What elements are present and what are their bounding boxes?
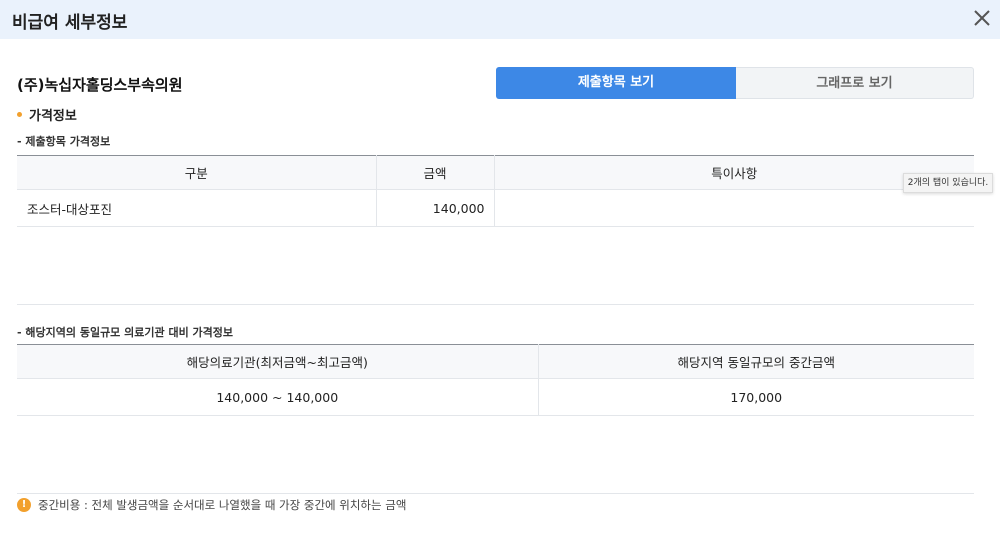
cell-amount: 140,000 bbox=[375, 189, 494, 227]
modal-header: 비급여 세부정보 bbox=[0, 0, 1000, 39]
close-icon[interactable] bbox=[970, 6, 994, 30]
column-header-note: 특이사항 bbox=[493, 155, 974, 190]
table-row: 140,000 ~ 140,000 170,000 bbox=[17, 378, 974, 416]
notice-text: 중간비용 : 전체 발생금액을 순서대로 나열했을 때 가장 중간에 위치하는 … bbox=[38, 498, 407, 512]
cell-category: 조스터-대상포진 bbox=[17, 189, 376, 227]
column-header-median: 해당지역 동일규모의 중간금액 bbox=[537, 344, 974, 379]
comparison-table: 해당의료기관(최저금액~최고금액) 해당지역 동일규모의 중간금액 140,00… bbox=[17, 344, 974, 416]
tab-submitted-items[interactable]: 제출항목 보기 bbox=[496, 67, 736, 99]
table-header-row: 해당의료기관(최저금액~최고금액) 해당지역 동일규모의 중간금액 bbox=[17, 344, 974, 379]
info-icon: ! bbox=[17, 498, 31, 512]
comparison-heading: - 해당지역의 동일규모 의료기관 대비 가격정보 bbox=[17, 326, 233, 339]
cell-median-price: 170,000 bbox=[537, 378, 974, 416]
hospital-name: (주)녹십자홀딩스부속의원 bbox=[17, 76, 183, 94]
submitted-price-table: 구분 금액 특이사항 조스터-대상포진 140,000 bbox=[17, 155, 974, 227]
submitted-price-heading: - 제출항목 가격정보 bbox=[17, 135, 111, 148]
table-row: 조스터-대상포진 140,000 bbox=[17, 189, 974, 227]
cell-note bbox=[493, 189, 974, 227]
tab-count-tooltip: 2개의 탭이 있습니다. bbox=[903, 173, 993, 193]
divider bbox=[17, 493, 974, 494]
tab-graph-view[interactable]: 그래프로 보기 bbox=[736, 67, 974, 99]
column-header-amount: 금액 bbox=[375, 155, 494, 190]
modal-title: 비급여 세부정보 bbox=[12, 13, 128, 33]
section-heading-label: 가격정보 bbox=[29, 109, 77, 124]
column-header-category: 구분 bbox=[17, 155, 376, 190]
divider bbox=[17, 304, 974, 305]
bullet-icon bbox=[17, 112, 22, 117]
table-header-row: 구분 금액 특이사항 bbox=[17, 155, 974, 190]
median-notice: ! 중간비용 : 전체 발생금액을 순서대로 나열했을 때 가장 중간에 위치하… bbox=[17, 497, 406, 513]
section-heading-price-info: 가격정보 bbox=[17, 105, 77, 124]
column-header-range: 해당의료기관(최저금액~최고금액) bbox=[17, 344, 538, 379]
cell-price-range: 140,000 ~ 140,000 bbox=[17, 378, 538, 416]
